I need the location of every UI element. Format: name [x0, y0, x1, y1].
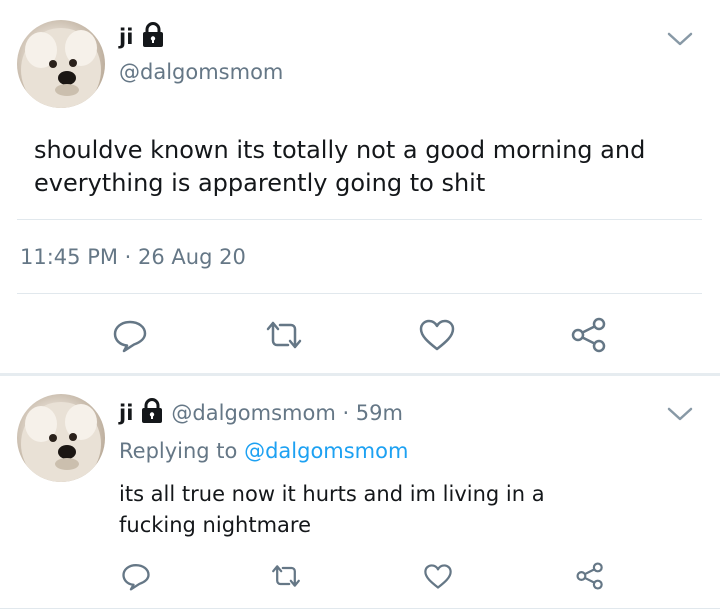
like-button[interactable]	[415, 313, 459, 357]
like-icon	[423, 563, 453, 590]
reply-text: its all true now it hurts and im living …	[119, 482, 545, 537]
reply-handle-time[interactable]: @dalgomsmom · 59m	[171, 401, 403, 425]
reply-icon	[112, 317, 148, 353]
retweet-button[interactable]	[262, 313, 306, 357]
share-button[interactable]	[567, 313, 611, 357]
retweet-button[interactable]	[268, 558, 304, 594]
divider	[17, 293, 702, 294]
display-name[interactable]: ji	[119, 25, 133, 49]
replying-to-link[interactable]: @dalgomsmom	[244, 439, 408, 463]
divider	[17, 219, 702, 220]
divider	[0, 608, 720, 609]
replying-to-label: Replying to	[119, 439, 245, 463]
avatar[interactable]	[17, 20, 105, 108]
replying-to-line: Replying to @dalgomsmom	[119, 439, 408, 463]
like-icon	[418, 318, 456, 352]
reply-button[interactable]	[108, 313, 152, 357]
share-icon	[575, 562, 605, 590]
timestamp[interactable]: 11:45 PM · 26 Aug 20	[20, 245, 246, 269]
share-icon	[570, 317, 608, 353]
retweet-icon	[270, 563, 302, 589]
section-divider	[0, 373, 720, 376]
chevron-down-icon[interactable]	[666, 405, 694, 427]
reply-icon	[121, 561, 151, 591]
tweet-text: shouldve known its totally not a good mo…	[34, 136, 646, 197]
handle[interactable]: @dalgomsmom	[119, 60, 283, 84]
reply-display-name[interactable]: ji	[119, 401, 133, 425]
share-button[interactable]	[572, 558, 608, 594]
reply-avatar[interactable]	[17, 394, 105, 482]
lock-icon	[141, 22, 165, 52]
chevron-down-icon[interactable]	[666, 30, 694, 52]
lock-icon	[140, 398, 164, 428]
retweet-icon	[264, 319, 304, 351]
like-button[interactable]	[420, 558, 456, 594]
reply-button[interactable]	[118, 558, 154, 594]
